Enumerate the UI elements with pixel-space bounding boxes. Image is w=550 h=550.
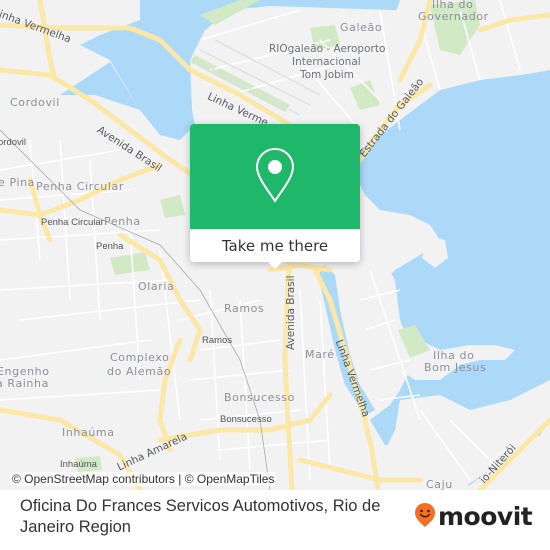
station-penha-circular: Penha Circular — [41, 217, 104, 228]
popup-pointer — [266, 260, 284, 269]
label-bonsucesso: Bonsucesso — [224, 391, 295, 404]
label-mare: Maré — [305, 348, 335, 361]
map-attribution[interactable]: © OpenStreetMap contributors | © OpenMap… — [10, 472, 277, 486]
label-complexo: Complexo — [110, 351, 170, 364]
label-ilha-governador: Governador — [418, 10, 489, 23]
label-galeao: Galeão — [340, 21, 383, 34]
label-ilha-bom-jesus: Bom Jesus — [424, 361, 487, 374]
take-me-there-button[interactable]: Take me there — [190, 229, 360, 262]
station-penha: Penha — [96, 241, 124, 252]
moovit-pin-smile-icon — [414, 502, 436, 532]
label-penha-circular: Penha Circular — [36, 180, 124, 193]
popup-header — [190, 124, 360, 229]
moovit-logo[interactable]: moovit — [414, 502, 533, 532]
road-label-avenida-brasil: Avenida Brasil — [285, 275, 297, 350]
poi-airport: RIOgaleão - Aeroporto — [269, 43, 386, 55]
label-olaria: Olaria — [138, 280, 175, 293]
label-penha: Penha — [104, 215, 141, 228]
label-de-pina: e Pina — [0, 176, 36, 189]
location-title: Oficina Do Frances Servicos Automotivos,… — [20, 497, 381, 536]
map-pin-icon — [255, 147, 295, 207]
station-inhauma: Inhaúma — [60, 459, 97, 470]
label-inhauma: Inhaúma — [62, 426, 115, 439]
label-engenho: a Rainha — [0, 377, 49, 390]
footer: Oficina Do Frances Servicos Automotivos,… — [0, 490, 550, 550]
map-view[interactable]: Galeão Ilha do Governador Cordovil Penha… — [0, 0, 550, 490]
poi-airport: Internacional — [292, 56, 361, 68]
destination-popup: Take me there — [190, 124, 360, 269]
label-complexo: do Alemão — [107, 365, 172, 378]
park-penha — [110, 252, 150, 275]
park-penha2 — [160, 195, 185, 218]
station-ramos: Ramos — [202, 335, 233, 346]
station-bonsucesso: Bonsucesso — [220, 414, 272, 425]
moovit-logo-text: moovit — [438, 502, 533, 531]
poi-airport: Tom Jobim — [300, 69, 354, 81]
station-cordovil: ordovil — [0, 137, 26, 148]
label-ramos: Ramos — [224, 302, 265, 315]
label-cordovil: Cordovil — [10, 96, 60, 109]
label-caju: Caju — [426, 478, 453, 491]
